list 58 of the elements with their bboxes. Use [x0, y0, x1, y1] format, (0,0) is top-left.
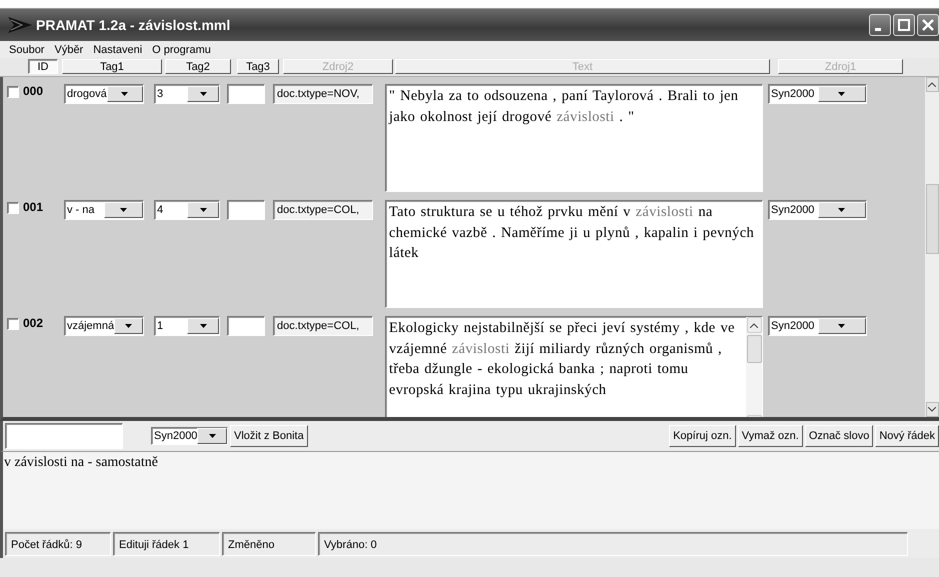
status-field: Počet řádků: 9 — [5, 532, 111, 556]
source-field[interactable]: doc.txtype=COL, — [273, 200, 373, 220]
scroll-up-icon[interactable] — [750, 322, 758, 328]
dropdown[interactable]: drogová — [64, 84, 144, 104]
minimize-icon — [875, 28, 881, 30]
scrollbar-thumb[interactable] — [926, 184, 938, 254]
checkbox[interactable] — [7, 86, 19, 98]
input-field[interactable] — [227, 316, 265, 336]
column-header[interactable]: ID — [28, 59, 58, 74]
source-field[interactable]: doc.txtype=NOV, — [273, 84, 373, 104]
input-field[interactable] — [5, 423, 123, 449]
app-logo-icon — [8, 17, 32, 33]
note-text: v závislosti na - samostatně — [4, 455, 159, 471]
menu-item[interactable]: O programu — [147, 44, 216, 56]
status-field: Změněno — [222, 532, 316, 556]
minimize-button[interactable] — [869, 14, 891, 36]
toolbar-button[interactable]: Označ slovo — [804, 425, 874, 447]
scrollbar[interactable] — [926, 77, 938, 417]
status-field: Edituji řádek 1 — [113, 532, 220, 556]
checkbox[interactable] — [7, 202, 19, 214]
input-field[interactable] — [227, 84, 265, 104]
dropdown[interactable]: Syn2000 — [768, 84, 867, 104]
dropdown[interactable]: Syn2000 — [768, 200, 867, 220]
dropdown[interactable]: Syn2000 — [768, 316, 867, 336]
toolbar-button[interactable]: Vymaž ozn. — [738, 425, 803, 447]
dropdown[interactable]: 1 — [154, 316, 220, 336]
checkbox[interactable] — [7, 318, 19, 330]
close-icon — [922, 19, 934, 31]
text-area[interactable]: Tato struktura se u téhož prvku mění v závislosti na chemické vazbě . Naměříme ji u plynů , kapalin i pevných látek — [386, 201, 762, 307]
dropdown[interactable]: 3 — [154, 84, 220, 104]
insert-button[interactable]: Vložit z Bonita — [230, 425, 308, 447]
scrollbar[interactable] — [746, 317, 762, 417]
column-header[interactable]: Tag3 — [237, 59, 279, 74]
row-id: 000 — [23, 84, 44, 98]
scroll-down-icon[interactable] — [928, 407, 936, 412]
scroll-up-icon[interactable] — [928, 82, 936, 87]
dropdown[interactable]: vzájemná — [64, 316, 144, 336]
status-field: Vybráno: 0 — [318, 532, 908, 556]
row-id: 001 — [23, 200, 44, 214]
maximize-icon — [898, 19, 910, 31]
menu-item[interactable]: Výběr — [49, 44, 88, 56]
window-title: PRAMAT 1.2a - závislost.mml — [36, 17, 232, 33]
dropdown[interactable]: v - na — [64, 200, 144, 220]
menu-item[interactable]: Nastaveni — [88, 44, 148, 56]
menu-item[interactable]: Soubor — [4, 44, 50, 56]
text-area[interactable]: " Nebyla za to odsouzena , paní Taylorová . Brali to jen jako okolnost její drogové závislosti . " — [386, 85, 762, 191]
column-header[interactable]: Tag2 — [165, 59, 231, 74]
toolbar-button[interactable]: Kopíruj ozn. — [669, 425, 736, 447]
toolbar-button[interactable]: Nový řádek — [875, 425, 939, 447]
dropdown[interactable]: 4 — [154, 200, 220, 220]
source-field[interactable]: doc.txtype=COL, — [273, 316, 373, 336]
row-id: 002 — [23, 316, 44, 330]
dropdown[interactable]: Syn2000 — [151, 427, 228, 445]
input-field[interactable] — [227, 200, 265, 220]
scrollbar-thumb[interactable] — [746, 335, 762, 363]
maximize-button[interactable] — [893, 14, 915, 36]
close-button[interactable] — [917, 14, 939, 36]
column-header[interactable]: Tag1 — [62, 59, 162, 74]
